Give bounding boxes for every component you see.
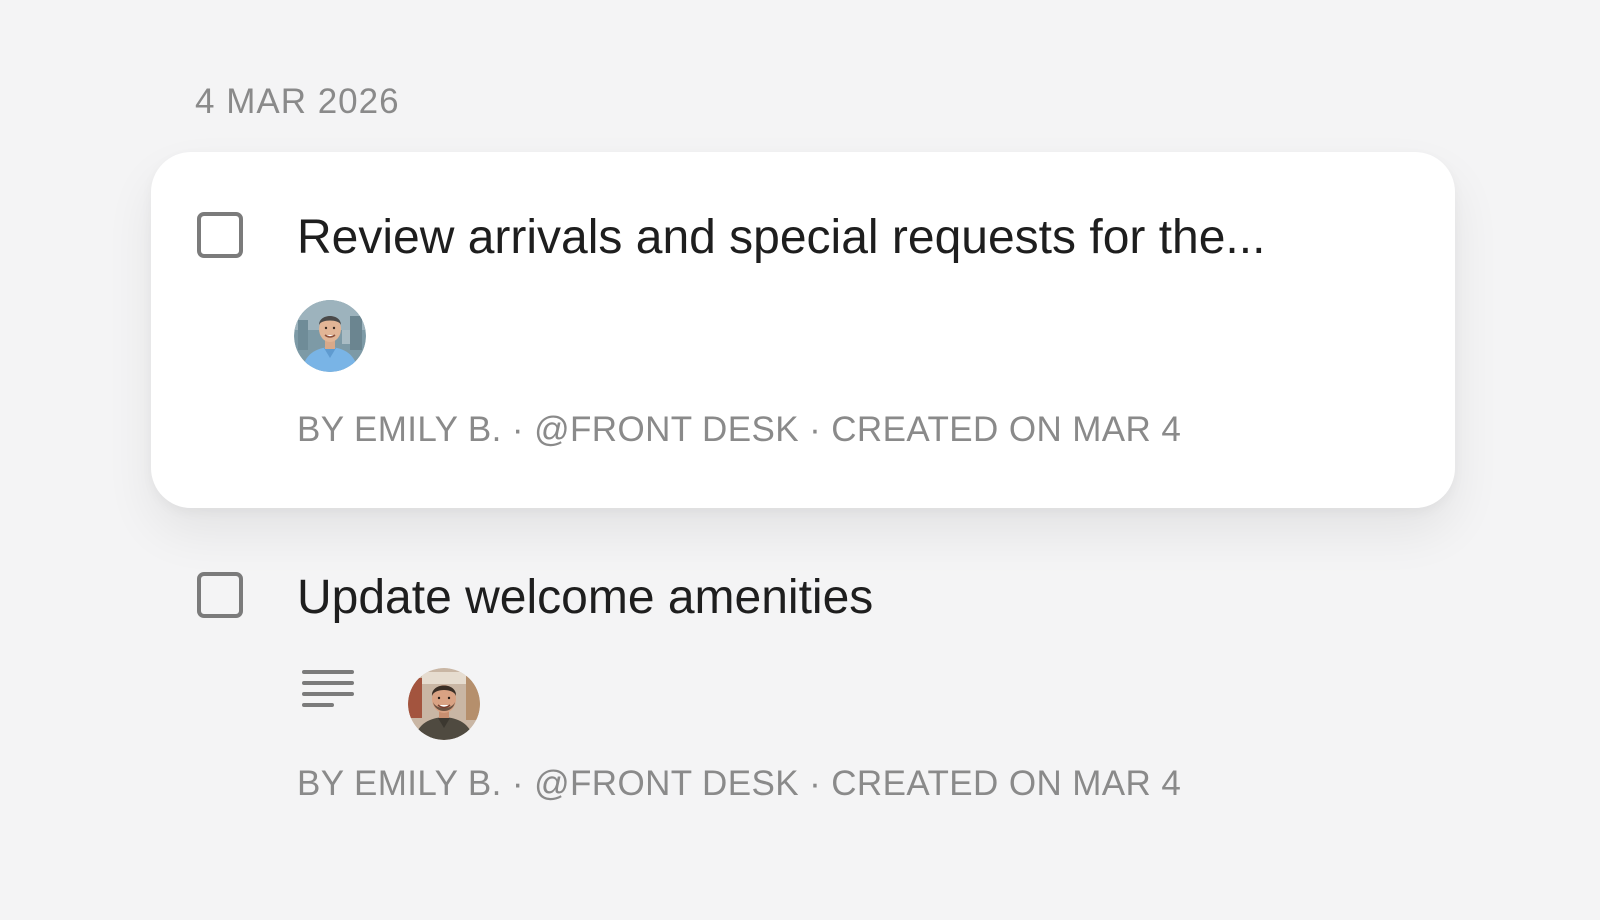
task-meta: BY EMILY B. · @FRONT DESK · CREATED ON M… — [297, 764, 1182, 803]
notes-lines-icon — [302, 670, 354, 707]
assignee-avatar[interactable] — [294, 300, 366, 372]
assignee-avatar[interactable] — [408, 668, 480, 740]
task-title[interactable]: Review arrivals and special requests for… — [297, 210, 1397, 265]
task-title[interactable]: Update welcome amenities — [297, 570, 1397, 625]
man-light-blue-shirt-avatar-image — [294, 300, 366, 372]
date-group-header: 4 MAR 2026 — [195, 82, 400, 121]
task-checkbox[interactable] — [197, 212, 243, 258]
task-checkbox[interactable] — [197, 572, 243, 618]
task-list-page: 4 MAR 2026 Review arrivals and special r… — [0, 0, 1600, 920]
task-item[interactable]: Review arrivals and special requests for… — [151, 152, 1455, 508]
task-item[interactable]: Update welcome amenities BY EMILY B. · @… — [151, 510, 1455, 840]
task-meta: BY EMILY B. · @FRONT DESK · CREATED ON M… — [297, 410, 1182, 449]
man-smiling-avatar-image — [408, 668, 480, 740]
